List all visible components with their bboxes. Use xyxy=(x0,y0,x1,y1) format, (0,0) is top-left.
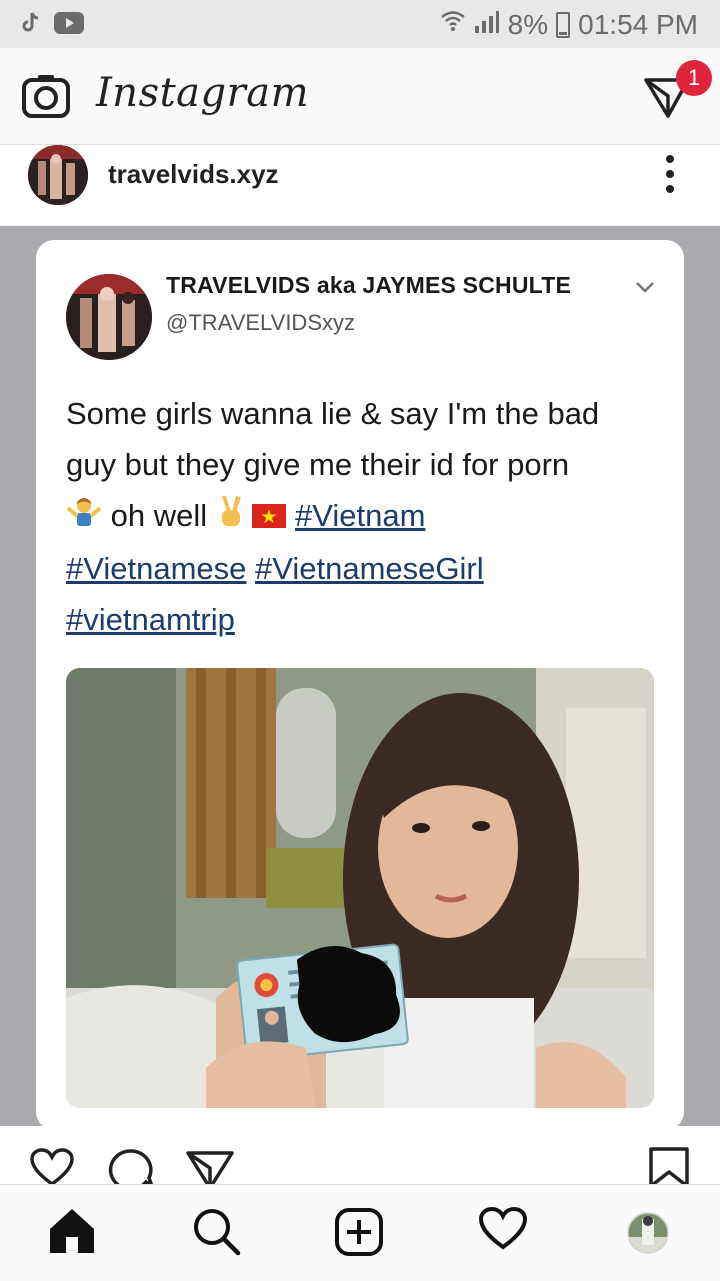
person-shrugging-emoji xyxy=(66,492,102,543)
avatar[interactable] xyxy=(28,145,88,205)
tweet-photo xyxy=(66,668,654,1108)
search-icon[interactable] xyxy=(192,1207,242,1262)
hashtag-vietnamtrip[interactable]: #vietnamtrip xyxy=(66,602,235,637)
battery-percent: 8% xyxy=(507,8,549,40)
bottom-navigation xyxy=(0,1184,720,1281)
tweet-line-4: #Vietnamese #VietnameseGirl xyxy=(66,543,666,594)
clock: 01:54 PM xyxy=(578,8,698,40)
status-bar-right: 8% 01:54 PM xyxy=(440,8,698,41)
instagram-header: Instagram 1 xyxy=(0,48,720,145)
victory-hand-emoji xyxy=(216,492,244,543)
hashtag-vietnamese[interactable]: #Vietnamese xyxy=(66,551,246,586)
instagram-logo: Instagram xyxy=(96,70,310,116)
status-bar-left xyxy=(22,12,84,39)
tweet-line-1: Some girls wanna lie & say I'm the bad xyxy=(66,396,600,431)
youtube-icon xyxy=(54,12,84,39)
status-bar: 8% 01:54 PM xyxy=(0,0,720,48)
tweet-avatar xyxy=(66,274,152,360)
post-username[interactable]: travelvids.xyz xyxy=(108,159,279,190)
vietnam-flag-emoji xyxy=(252,492,287,543)
tweet-display-name: TRAVELVIDS aka JAYMES SCHULTE xyxy=(166,272,571,298)
hashtag-vietnamesegirl[interactable]: #VietnameseGirl xyxy=(255,551,484,586)
chevron-down-icon xyxy=(634,280,656,299)
more-vertical-icon[interactable] xyxy=(664,155,676,200)
tweet-card: TRAVELVIDS aka JAYMES SCHULTE @TRAVELVID… xyxy=(36,240,684,1130)
tweet-line-2: guy but they give me their id for porn xyxy=(66,447,570,482)
tweet-line-3-text: oh well xyxy=(102,498,216,533)
tweet-line-5: #vietnamtrip xyxy=(66,594,666,645)
post-media[interactable]: TRAVELVIDS aka JAYMES SCHULTE @TRAVELVID… xyxy=(0,226,720,1130)
activity-icon[interactable] xyxy=(478,1206,528,1256)
tweet-handle: @TRAVELVIDSxyz xyxy=(166,310,355,335)
tweet-line-3: oh well #Vietnam xyxy=(66,490,666,543)
new-post-icon[interactable] xyxy=(334,1207,384,1262)
profile-avatar[interactable] xyxy=(626,1211,670,1260)
tiktok-icon xyxy=(22,12,40,39)
tweet-text: Some girls wanna lie & say I'm the bad g… xyxy=(66,388,666,645)
home-icon[interactable] xyxy=(48,1207,96,1258)
post-action-bar xyxy=(0,1126,720,1191)
wifi-icon xyxy=(440,8,466,41)
post-header: travelvids.xyz xyxy=(0,145,720,225)
signal-icon xyxy=(474,9,500,41)
hashtag-vietnam[interactable]: #Vietnam xyxy=(295,498,425,533)
notification-badge: 1 xyxy=(676,60,712,96)
battery-icon xyxy=(556,11,571,38)
camera-icon[interactable] xyxy=(22,74,70,123)
